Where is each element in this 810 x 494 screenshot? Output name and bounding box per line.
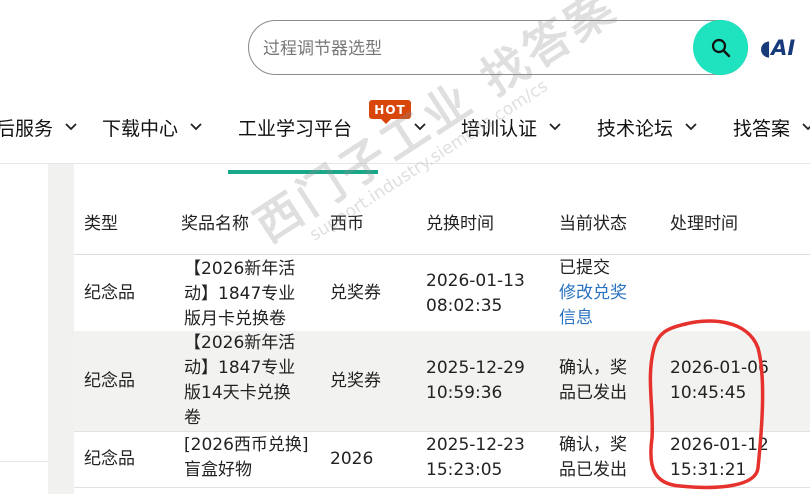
chevron-down-icon: [190, 123, 202, 131]
cell-status: 确认，奖 品已发出: [559, 435, 627, 480]
logo-text: AI: [771, 36, 796, 60]
cell-redeem-time: 2026-01-13 08:02:35: [426, 271, 525, 316]
red-circle-annotation: [648, 319, 765, 490]
cell-status: 确认，奖 品已发出: [559, 358, 627, 403]
cell-prize-name: 【2026新年活 动】1847专业 版14天卡兑换 卷: [184, 333, 296, 428]
cell-currency: 兑奖券: [330, 283, 381, 303]
nav-item-forum[interactable]: 技术论坛: [597, 110, 697, 144]
cell-redeem-time: 2025-12-23 15:23:05: [426, 435, 525, 480]
header-prize-name: 奖品名称: [181, 214, 249, 234]
edit-prize-info-link[interactable]: 修改兑奖 信息: [559, 281, 627, 331]
search-button[interactable]: [693, 20, 748, 75]
nav-item-label: 技术论坛: [597, 117, 674, 140]
cell-status: 已提交 修改兑奖 信息: [559, 256, 627, 331]
cell-type: 纪念品: [84, 449, 135, 469]
header-type: 类型: [84, 214, 118, 234]
nav-item-label: 后服务: [0, 117, 54, 140]
cell-prize-name: [2026西币兑换] 盲盒好物: [184, 435, 309, 480]
nav-item-label: 找答案: [733, 117, 791, 140]
cell-type: 纪念品: [84, 371, 135, 391]
header-currency: 西币: [330, 214, 364, 234]
nav-item-label: 工业学习平台: [238, 117, 353, 140]
cell-type: 纪念品: [84, 283, 135, 303]
nav-item-label: 下载中心: [102, 117, 179, 140]
nav-item-download[interactable]: 下载中心: [102, 110, 202, 144]
side-panel-strip: [48, 164, 74, 494]
side-divider: [0, 461, 48, 462]
chevron-down-icon: [414, 123, 426, 131]
chevron-down-icon: [802, 123, 810, 131]
table-header-row: 类型 奖品名称 西币 兑换时间 当前状态 处理时间: [74, 196, 810, 255]
chevron-down-icon: [685, 123, 697, 131]
nav-item-learning[interactable]: 工业学习平台: [238, 110, 352, 144]
cell-prize-name: 【2026新年活 动】1847专业 版月卡兑换卷: [184, 259, 296, 329]
logo[interactable]: ◖AI: [760, 36, 795, 60]
hot-badge: HOT: [369, 100, 411, 124]
chevron-down-icon: [65, 123, 77, 131]
cell-currency: 2026: [330, 449, 374, 469]
search-box: [248, 20, 748, 75]
cell-redeem-time: 2025-12-29 10:59:36: [426, 358, 525, 403]
header-processed-time: 处理时间: [670, 214, 738, 234]
header-status: 当前状态: [559, 214, 627, 234]
header-redeem-time: 兑换时间: [426, 214, 494, 234]
nav-item-training[interactable]: 培训认证: [461, 110, 561, 144]
search-icon: [711, 38, 730, 57]
nav-item-answers[interactable]: 找答案: [733, 110, 810, 144]
cell-currency: 兑奖券: [330, 371, 381, 391]
nav-item-learning-dropdown[interactable]: [414, 110, 426, 144]
nav-item-service[interactable]: 后服务: [0, 110, 77, 144]
nav-item-label: 培训认证: [461, 117, 538, 140]
logo-mark-icon: ◖: [760, 36, 772, 60]
chevron-down-icon: [549, 123, 561, 131]
search-input[interactable]: [261, 33, 685, 65]
